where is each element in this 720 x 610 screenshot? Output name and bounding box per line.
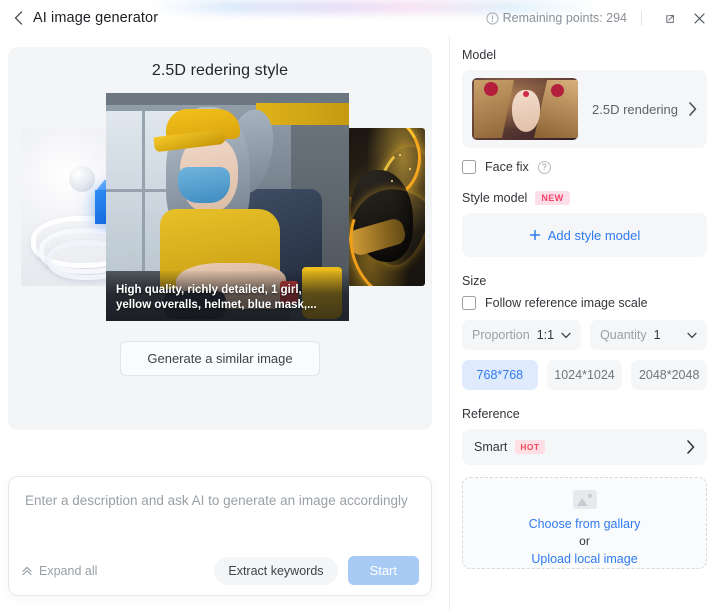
expand-all-label: Expand all: [39, 563, 98, 578]
chevron-up-double-icon: [22, 566, 32, 575]
settings-panel: Model 2.5D rendering Face fix ? Style mo…: [450, 36, 719, 610]
window-header: AI image generator Remaining points: 294: [0, 0, 720, 36]
style-model-new-badge: NEW: [535, 191, 570, 205]
similar-button-wrap: Generate a similar image: [8, 341, 432, 376]
header-divider: [641, 10, 642, 26]
window-body: 2.5D redering style High quality, richly…: [0, 36, 720, 610]
ai-image-generator-window: AI image generator Remaining points: 294: [0, 0, 720, 610]
carousel-slide-right[interactable]: [347, 128, 425, 286]
header-actions: Remaining points: 294: [486, 7, 720, 29]
extract-keywords-button[interactable]: Extract keywords: [214, 556, 338, 585]
proportion-value: 1:1: [536, 328, 555, 342]
face-fix-checkbox[interactable]: [462, 160, 476, 174]
expand-all-button[interactable]: Expand all: [21, 564, 97, 578]
quantity-select[interactable]: Quantity 1: [590, 320, 707, 350]
generate-similar-image-button[interactable]: Generate a similar image: [120, 341, 320, 376]
external-link-icon: [666, 15, 674, 23]
face-fix-help-icon[interactable]: ?: [537, 160, 551, 174]
image-caption: High quality, richly detailed, 1 girl, y…: [106, 271, 349, 321]
chevron-right-icon: [689, 102, 697, 116]
page-title: AI image generator: [33, 10, 159, 26]
style-preview-card: 2.5D redering style High quality, richly…: [8, 47, 432, 430]
or-separator-text: or: [579, 534, 590, 548]
plus-icon: [529, 229, 540, 241]
decorative-spark: [399, 154, 401, 156]
model-name: 2.5D rendering: [592, 101, 678, 117]
thumb-ornament-left: [484, 82, 498, 96]
carousel-slide-main[interactable]: High quality, richly detailed, 1 girl, y…: [106, 93, 349, 321]
thumb-ornament-right: [551, 84, 564, 97]
image-placeholder-icon: [572, 490, 597, 509]
resolution-option-2048[interactable]: 2048*2048: [631, 360, 708, 390]
prompt-footer: Expand all Extract keywords Start: [9, 556, 431, 585]
follow-reference-scale-label: Follow reference image scale: [485, 296, 648, 310]
smart-hot-badge: HOT: [515, 440, 545, 454]
left-panel: 2.5D redering style High quality, richly…: [0, 36, 450, 610]
add-style-model-button[interactable]: Add style model: [462, 213, 707, 257]
quantity-label: Quantity: [600, 328, 647, 342]
back-button[interactable]: [9, 9, 27, 27]
style-model-label: Style model: [462, 191, 528, 205]
size-section-label: Size: [462, 274, 487, 288]
remaining-points: Remaining points: 294: [486, 11, 627, 25]
info-circle-icon: [486, 11, 499, 25]
add-style-model-label: Add style model: [547, 227, 641, 243]
style-title: 2.5D redering style: [151, 62, 289, 79]
proportion-label: Proportion: [472, 328, 530, 342]
remaining-points-label: Remaining points: 294: [502, 11, 627, 25]
chevron-left-icon: [14, 11, 22, 25]
prompt-input[interactable]: Enter a description and ask AI to genera…: [9, 477, 431, 508]
prompt-box: Enter a description and ask AI to genera…: [8, 476, 432, 596]
follow-reference-scale-checkbox[interactable]: [462, 296, 476, 310]
model-thumbnail: [472, 78, 578, 140]
close-window-button[interactable]: [688, 7, 710, 29]
style-model-section-label: Style model NEW: [462, 191, 707, 205]
choose-from-gallery-link[interactable]: Choose from gallary: [529, 515, 641, 533]
resolution-option-1024[interactable]: 1024*1024: [546, 360, 623, 390]
resolution-option-768[interactable]: 768*768: [462, 360, 538, 390]
decorative-sphere: [69, 166, 95, 192]
expand-window-button[interactable]: [660, 7, 682, 29]
face-fix-row[interactable]: Face fix ?: [462, 160, 707, 174]
quantity-value: 1: [653, 328, 661, 342]
smart-reference-label: Smart: [474, 440, 508, 454]
close-icon: [693, 12, 705, 24]
smart-reference-selector[interactable]: Smart HOT: [462, 429, 707, 465]
decorative-spark: [409, 168, 411, 170]
start-button[interactable]: Start: [347, 556, 419, 585]
size-selects-row: Proportion 1:1 Quantity 1: [462, 320, 707, 350]
chevron-down-icon: [561, 332, 571, 338]
image-carousel: High quality, richly detailed, 1 girl, y…: [8, 93, 432, 321]
resolution-options: 768*768 1024*1024 2048*2048: [462, 360, 708, 390]
upload-local-image-link[interactable]: Upload local image: [531, 550, 637, 568]
model-section-label: Model: [462, 48, 497, 62]
thumb-forehead-gem: [523, 91, 529, 97]
reference-section-label: Reference: [462, 407, 520, 421]
reference-upload-area[interactable]: Choose from gallary or Upload local imag…: [462, 477, 707, 569]
proportion-select[interactable]: Proportion 1:1: [462, 320, 582, 350]
chevron-down-icon: [687, 332, 697, 338]
model-selector[interactable]: 2.5D rendering: [462, 70, 707, 148]
character-blue-mask: [178, 167, 230, 203]
follow-reference-scale-row[interactable]: Follow reference image scale: [462, 296, 707, 310]
decorative-spark: [391, 180, 393, 182]
chevron-right-icon: [687, 440, 695, 454]
face-fix-label: Face fix: [485, 160, 529, 174]
prompt-actions: Extract keywords Start: [214, 556, 419, 585]
